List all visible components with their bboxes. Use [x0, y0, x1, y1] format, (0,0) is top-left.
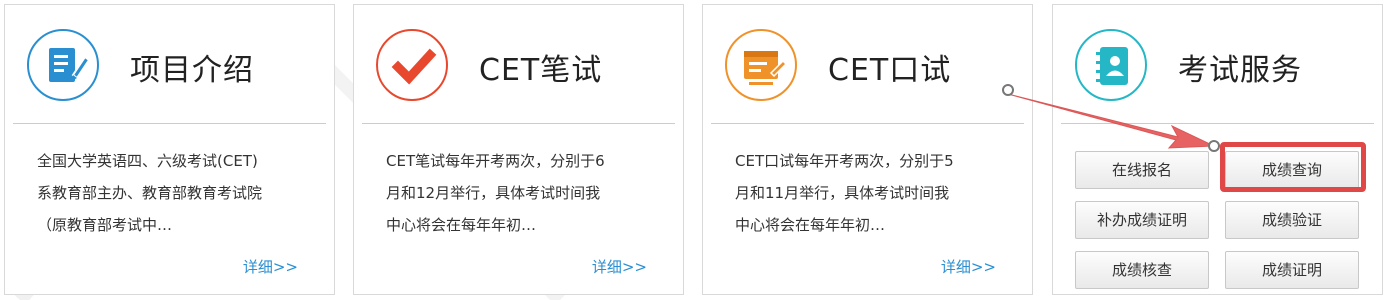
card-header: CET笔试: [354, 5, 683, 124]
document-edit-icon: [27, 29, 99, 101]
card-title: CET口试: [828, 53, 952, 88]
description-line: CET笔试每年开考两次，分别于6: [386, 152, 605, 170]
card-cet-written: CET笔试 CET笔试每年开考两次，分别于6 月和12月举行，具体考试时间我 中…: [353, 4, 684, 295]
card-description: CET笔试每年开考两次，分别于6 月和12月举行，具体考试时间我 中心将会在每年…: [386, 145, 656, 241]
more-link-cet-oral[interactable]: 详细>>: [941, 256, 996, 277]
certificate-icon: [725, 29, 797, 101]
online-registration-button[interactable]: 在线报名: [1075, 151, 1209, 189]
score-review-button[interactable]: 成绩核查: [1075, 251, 1209, 289]
score-certificate-button[interactable]: 成绩证明: [1225, 251, 1359, 289]
card-project-intro: 项目介绍 全国大学英语四、六级考试(CET) 系教育部主办、教育部教育考试院 （…: [4, 4, 335, 295]
reissue-score-certificate-button[interactable]: 补办成绩证明: [1075, 201, 1209, 239]
card-header: CET口试: [703, 5, 1032, 124]
description-line: 中心将会在每年年初…: [386, 216, 537, 234]
description-line: 全国大学英语四、六级考试(CET): [37, 152, 258, 170]
description-line: 月和11月举行，具体考试时间我: [735, 184, 950, 202]
card-description: 全国大学英语四、六级考试(CET) 系教育部主办、教育部教育考试院 （原教育部考…: [37, 145, 307, 241]
description-line: 月和12月举行，具体考试时间我: [386, 184, 601, 202]
card-header: 考试服务: [1053, 5, 1382, 124]
card-description: CET口试每年开考两次，分别于5 月和11月举行，具体考试时间我 中心将会在每年…: [735, 145, 1005, 241]
card-exam-services: 考试服务 在线报名 成绩查询 补办成绩证明 成绩验证 成绩核查 成绩证明: [1052, 4, 1383, 295]
divider: [362, 123, 675, 124]
card-title: CET笔试: [479, 53, 603, 88]
description-line: 中心将会在每年年初…: [735, 216, 886, 234]
card-header: 项目介绍: [5, 5, 334, 124]
divider: [711, 123, 1024, 124]
card-title: 项目介绍: [130, 53, 254, 88]
description-line: CET口试每年开考两次，分别于5: [735, 152, 954, 170]
address-book-icon: [1075, 29, 1147, 101]
more-link-cet-written[interactable]: 详细>>: [592, 256, 647, 277]
description-line: 系教育部主办、教育部教育考试院: [37, 184, 263, 202]
score-inquiry-button[interactable]: 成绩查询: [1225, 151, 1359, 189]
card-title: 考试服务: [1178, 53, 1302, 88]
description-line: （原教育部考试中…: [37, 216, 173, 234]
more-link-project-intro[interactable]: 详细>>: [243, 256, 298, 277]
card-cet-oral: CET口试 CET口试每年开考两次，分别于5 月和11月举行，具体考试时间我 中…: [702, 4, 1033, 295]
divider: [13, 123, 326, 124]
score-verification-button[interactable]: 成绩验证: [1225, 201, 1359, 239]
divider: [1061, 123, 1374, 124]
checkmark-icon: [376, 29, 448, 101]
